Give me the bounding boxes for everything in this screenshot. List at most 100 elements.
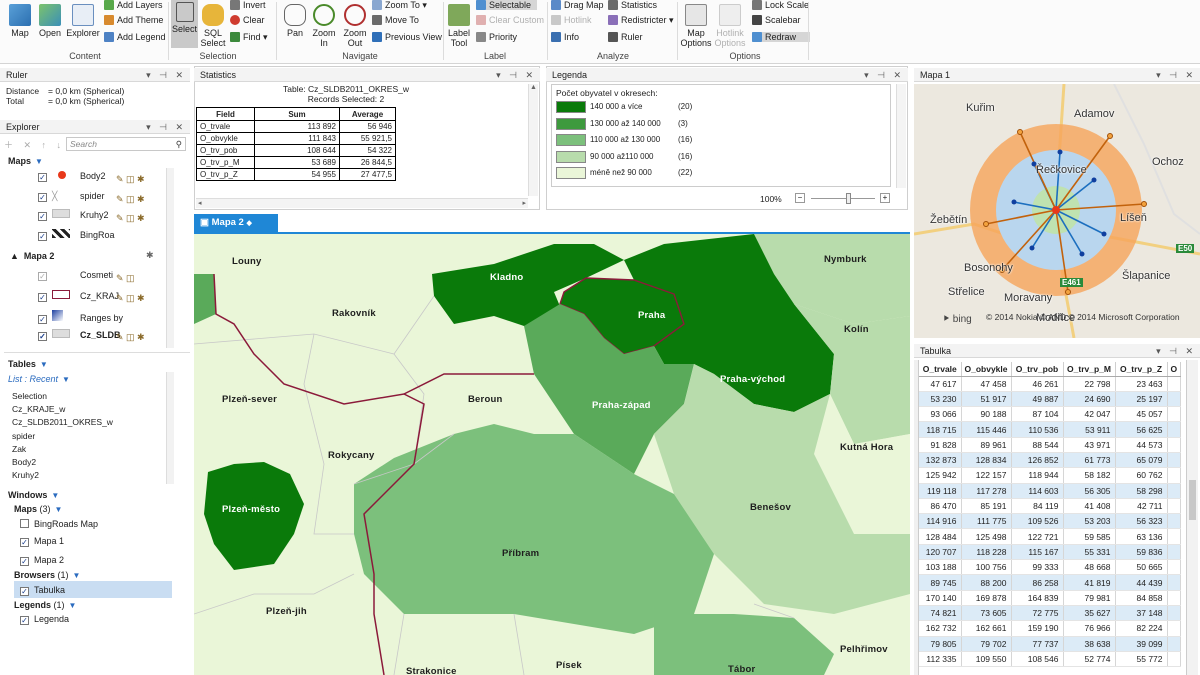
- table-cell[interactable]: 58 298: [1115, 483, 1168, 499]
- layer-row-cz-sldb[interactable]: ✓ Cz_SLDB: [38, 329, 121, 341]
- window-checkbox[interactable]: ✓: [20, 557, 29, 566]
- layer-row-cosmeti[interactable]: ✓ Cosmeti: [38, 270, 113, 281]
- table-cell[interactable]: 61 773: [1063, 452, 1116, 469]
- table-cell[interactable]: 55 331: [1063, 544, 1116, 561]
- window-item-legenda[interactable]: ✓ Legenda: [20, 614, 69, 625]
- table-cell[interactable]: 23 463: [1115, 376, 1168, 392]
- table-cell[interactable]: 110 536: [1011, 421, 1064, 438]
- table-row[interactable]: 86 470 85 191 84 119 41 408 42 711: [919, 498, 1182, 515]
- map-button[interactable]: Map: [6, 4, 34, 38]
- table-cell[interactable]: [1167, 421, 1182, 438]
- layer-actions[interactable]: ✎ ◫ ✎ ◫ ✱ ✎ ◫ ✱: [116, 269, 145, 347]
- window-checkbox[interactable]: ✓: [20, 616, 29, 625]
- panel-controls[interactable]: ▾ ⊣ ✕: [146, 120, 186, 134]
- table-cell[interactable]: 55 772: [1115, 651, 1168, 668]
- mapa2-map-view[interactable]: Louny Kladno Nymburk Rakovník Praha Kolí…: [194, 234, 910, 675]
- table-cell[interactable]: 88 544: [1011, 437, 1064, 453]
- table-cell[interactable]: 170 140: [919, 590, 962, 606]
- pan-button[interactable]: Pan: [282, 4, 308, 38]
- add-layers-button[interactable]: Add Layers: [104, 0, 163, 10]
- drag-map-button[interactable]: Drag Map: [551, 0, 604, 10]
- table-cell[interactable]: 65 079: [1115, 452, 1168, 469]
- tabulka-scrollbar[interactable]: [1186, 360, 1198, 675]
- table-cell[interactable]: 37 148: [1115, 605, 1168, 622]
- map2-section-header[interactable]: ▲ Mapa 2: [10, 251, 54, 262]
- table-cell[interactable]: 60 762: [1115, 467, 1168, 484]
- table-cell[interactable]: 159 190: [1011, 620, 1064, 637]
- table-cell[interactable]: 52 774: [1063, 651, 1116, 668]
- column-header[interactable]: O_trv_p_M: [1063, 362, 1116, 377]
- table-cell[interactable]: 82 224: [1115, 620, 1168, 637]
- table-cell[interactable]: 89 961: [961, 437, 1012, 453]
- priority-button[interactable]: Priority: [476, 32, 517, 42]
- windows-legends-group[interactable]: Legends (1) ▼: [14, 600, 76, 611]
- legend-scrollbar[interactable]: [896, 84, 906, 188]
- table-row[interactable]: 91 828 89 961 88 544 43 971 44 573: [919, 437, 1182, 453]
- zoom-slider[interactable]: [811, 198, 875, 199]
- table-cell[interactable]: 79 981: [1063, 590, 1116, 606]
- layer-row-cz-kraj[interactable]: ✓ Cz_KRAJ: [38, 290, 119, 302]
- table-cell[interactable]: 42 711: [1115, 498, 1168, 515]
- table-cell[interactable]: 79 702: [961, 636, 1012, 652]
- zoom-in-button[interactable]: Zoom In: [311, 4, 337, 48]
- invert-button[interactable]: Invert: [230, 0, 266, 10]
- redistricter-button[interactable]: Redistricter ▾: [608, 15, 674, 25]
- table-cell[interactable]: 126 852: [1011, 452, 1064, 469]
- hotlink-button[interactable]: Hotlink: [551, 15, 592, 25]
- layer-row-kruhy2[interactable]: ✓ Kruhy2: [38, 209, 109, 221]
- table-cell[interactable]: 84 858: [1115, 590, 1168, 606]
- ruler-button[interactable]: Ruler: [608, 32, 643, 42]
- layer-row-body2[interactable]: ✓ Body2: [38, 171, 106, 182]
- table-cell[interactable]: 24 690: [1063, 391, 1116, 408]
- zoom-in-small-button[interactable]: +: [880, 193, 890, 203]
- table-cell[interactable]: 39 099: [1115, 636, 1168, 652]
- table-cell[interactable]: 79 805: [919, 636, 962, 652]
- table-row[interactable]: 125 942 122 157 118 944 58 182 60 762: [919, 467, 1182, 484]
- table-cell[interactable]: [1167, 651, 1182, 668]
- layer-actions[interactable]: ✎ ◫ ✱ ✎ ◫ ✱ ✎ ◫ ✱: [116, 170, 145, 229]
- table-cell[interactable]: 128 484: [919, 528, 962, 545]
- map-options-button[interactable]: Map Options: [680, 4, 712, 48]
- layer-row-bingroa[interactable]: ✓ BingRoa: [38, 229, 115, 241]
- table-cell[interactable]: 73 605: [961, 605, 1012, 622]
- table-cell[interactable]: [1167, 498, 1182, 515]
- table-cell[interactable]: 112 335: [919, 651, 962, 668]
- table-row[interactable]: 162 732 162 661 159 190 76 966 82 224: [919, 620, 1182, 637]
- table-cell[interactable]: 53 911: [1063, 421, 1116, 438]
- table-row[interactable]: 53 230 51 917 49 887 24 690 25 197: [919, 391, 1182, 408]
- list-item[interactable]: Cz_KRAJE_w: [12, 403, 113, 416]
- table-cell[interactable]: [1167, 590, 1182, 606]
- table-cell[interactable]: 77 737: [1011, 636, 1064, 652]
- move-to-button[interactable]: Move To: [372, 15, 419, 25]
- table-cell[interactable]: 46 261: [1011, 376, 1064, 392]
- table-cell[interactable]: 44 439: [1115, 574, 1168, 591]
- label-tool-button[interactable]: Label Tool: [446, 4, 472, 48]
- table-cell[interactable]: 119 118: [919, 483, 962, 499]
- table-cell[interactable]: 41 819: [1063, 574, 1116, 591]
- table-cell[interactable]: 118 715: [919, 421, 962, 438]
- explorer-scrollbar[interactable]: [166, 168, 174, 348]
- zoom-out-button[interactable]: Zoom Out: [341, 4, 369, 48]
- panel-controls[interactable]: ▾ ⊣ ✕: [1156, 68, 1196, 82]
- table-cell[interactable]: [1167, 544, 1182, 561]
- table-cell[interactable]: 56 625: [1115, 421, 1168, 438]
- table-cell[interactable]: 125 942: [919, 467, 962, 484]
- layer-visibility-checkbox[interactable]: ✓: [38, 272, 47, 281]
- window-item-mapa1[interactable]: ✓ Mapa 1: [20, 536, 64, 547]
- layer-visibility-checkbox[interactable]: ✓: [38, 293, 47, 302]
- table-cell[interactable]: 74 821: [919, 605, 962, 622]
- table-row[interactable]: 89 745 88 200 86 258 41 819 44 439: [919, 574, 1182, 591]
- maps-section-header[interactable]: Maps ▼: [8, 156, 43, 167]
- search-input[interactable]: Search ⚲: [66, 137, 186, 151]
- find-button[interactable]: Find ▾: [230, 32, 268, 42]
- panel-controls[interactable]: ▾ ⊣ ✕: [146, 68, 186, 82]
- table-cell[interactable]: [1167, 574, 1182, 591]
- column-header[interactable]: O_obvykle: [961, 362, 1012, 377]
- table-cell[interactable]: 87 104: [1011, 406, 1064, 423]
- table-cell[interactable]: 85 191: [961, 498, 1012, 515]
- table-cell[interactable]: 118 228: [961, 544, 1012, 561]
- table-cell[interactable]: 51 917: [961, 391, 1012, 408]
- table-cell[interactable]: 109 526: [1011, 513, 1064, 530]
- scalebar-button[interactable]: Scalebar: [752, 15, 801, 25]
- table-cell[interactable]: 164 839: [1011, 590, 1064, 606]
